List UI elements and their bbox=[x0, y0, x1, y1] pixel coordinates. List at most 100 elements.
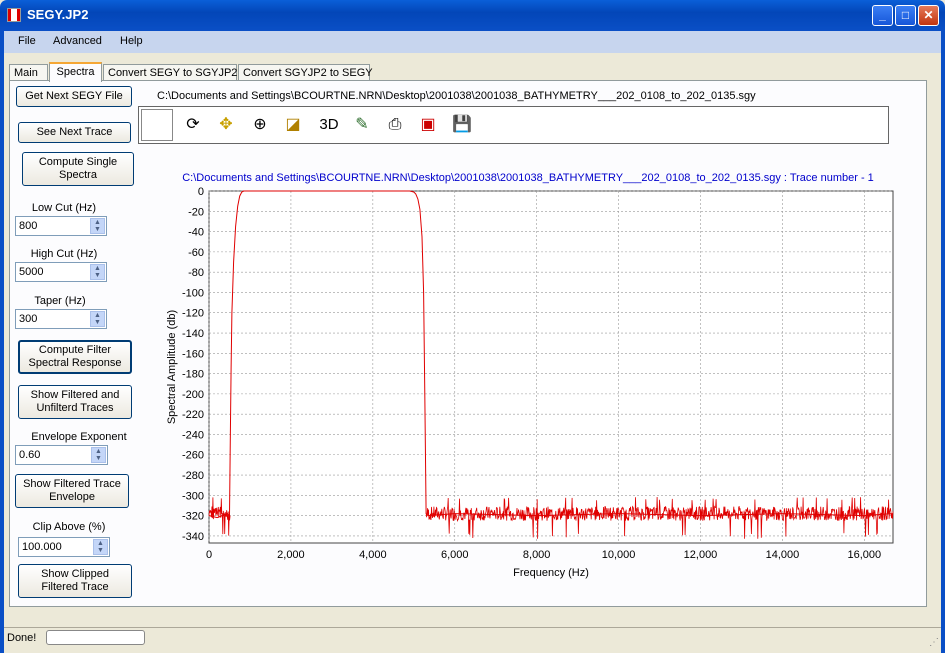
x-tick-label: 2,000 bbox=[277, 549, 305, 561]
chart-toolbar: ⟳ ✥ ⊕ ◪ 3D ✎ ⎙ ▣ 💾 bbox=[138, 106, 889, 144]
maximize-button[interactable]: □ bbox=[895, 5, 916, 26]
axis-scale-icon[interactable]: ◪ bbox=[282, 114, 304, 136]
y-tick-label: -140 bbox=[182, 328, 204, 340]
refresh-icon[interactable]: ⟳ bbox=[182, 114, 204, 136]
show-filtered-envelope-button[interactable]: Show Filtered Trace Envelope bbox=[15, 474, 129, 508]
clip-above-label: Clip Above (%) bbox=[32, 521, 106, 533]
window-frame-right bbox=[941, 31, 945, 653]
save-icon[interactable]: 💾 bbox=[451, 114, 473, 136]
see-next-trace-label: See Next Trace bbox=[36, 126, 113, 138]
zoom-in-icon[interactable]: ⊕ bbox=[249, 114, 271, 136]
clip-above-value: 100.000 bbox=[22, 541, 62, 553]
high-cut-spinner-arrows[interactable]: ▲ ▼ bbox=[90, 264, 105, 280]
window-title: SEGY.JP2 bbox=[27, 7, 89, 22]
x-tick-label: 10,000 bbox=[602, 549, 636, 561]
y-tick-label: -100 bbox=[182, 287, 204, 299]
get-next-segy-file-button[interactable]: Get Next SEGY File bbox=[16, 86, 132, 107]
compute-filter-response-button[interactable]: Compute Filter Spectral Response bbox=[18, 340, 132, 374]
show-filtered-label-1: Show Filtered and bbox=[30, 389, 120, 401]
y-tick-label: -240 bbox=[182, 429, 204, 441]
taper-value: 300 bbox=[19, 313, 38, 325]
y-tick-label: -200 bbox=[182, 389, 204, 401]
tab-spectra[interactable]: Spectra bbox=[49, 62, 102, 82]
menu-file[interactable]: File bbox=[18, 35, 36, 47]
compute-single-spectra-button[interactable]: Compute Single Spectra bbox=[22, 152, 134, 186]
high-cut-label: High Cut (Hz) bbox=[30, 248, 98, 260]
menu-help[interactable]: Help bbox=[120, 35, 143, 47]
envelope-exponent-input[interactable]: 0.60 ▲ ▼ bbox=[15, 445, 108, 465]
y-tick-label: -20 bbox=[188, 206, 204, 218]
compute-single-label-2: Spectra bbox=[59, 169, 97, 181]
y-tick-label: -280 bbox=[182, 470, 204, 482]
show-envelope-label-1: Show Filtered Trace bbox=[23, 478, 121, 490]
taper-input[interactable]: 300 ▲ ▼ bbox=[15, 309, 107, 329]
status-text: Done! bbox=[7, 632, 37, 644]
x-axis-label: Frequency (Hz) bbox=[513, 567, 589, 579]
taper-label: Taper (Hz) bbox=[34, 295, 86, 307]
clip-above-input[interactable]: 100.000 ▲ ▼ bbox=[18, 537, 110, 557]
y-tick-label: -340 bbox=[182, 531, 204, 543]
x-tick-label: 14,000 bbox=[766, 549, 800, 561]
x-tick-label: 4,000 bbox=[359, 549, 387, 561]
x-axis-ticks: 0 2,000 4,000 6,000 8,000 10,000 12,000 14,000 1… bbox=[206, 549, 881, 561]
show-clipped-trace-button[interactable]: Show Clipped Filtered Trace bbox=[18, 564, 132, 598]
y-tick-label: -60 bbox=[188, 247, 204, 259]
file-path-label: C:\Documents and Settings\BCOURTNE.NRN\D… bbox=[157, 90, 756, 102]
get-next-segy-file-label: Get Next SEGY File bbox=[25, 90, 123, 102]
high-cut-value: 5000 bbox=[19, 266, 44, 278]
close-button[interactable]: ✕ bbox=[918, 5, 939, 26]
print-icon[interactable]: ⎙ bbox=[384, 114, 406, 136]
compute-single-label-1: Compute Single bbox=[38, 156, 118, 168]
menu-bar: File Advanced Help bbox=[4, 31, 941, 53]
x-tick-label: 8,000 bbox=[523, 549, 551, 561]
y-tick-label: -80 bbox=[188, 267, 204, 279]
show-clipped-label-1: Show Clipped bbox=[41, 568, 109, 580]
show-envelope-label-2: Envelope bbox=[49, 491, 95, 503]
minimize-button[interactable]: _ bbox=[872, 5, 893, 26]
y-axis-label: Spectral Amplitude (db) bbox=[166, 310, 178, 424]
three-d-button[interactable]: 3D bbox=[314, 114, 344, 136]
y-tick-label: -160 bbox=[182, 348, 204, 360]
y-tick-label: -40 bbox=[188, 227, 204, 239]
plot-area bbox=[208, 190, 894, 544]
show-filtered-label-2: Unfilterd Traces bbox=[36, 402, 114, 414]
blank-tool-button[interactable] bbox=[141, 109, 173, 141]
x-tick-label: 12,000 bbox=[684, 549, 718, 561]
low-cut-value: 800 bbox=[19, 220, 38, 232]
window-frame-left bbox=[0, 31, 4, 653]
y-tick-label: -120 bbox=[182, 308, 204, 320]
resize-grip-icon[interactable]: ⋰ bbox=[929, 637, 939, 648]
title-bar: SEGY.JP2 _ □ ✕ bbox=[0, 0, 945, 31]
x-tick-label: 6,000 bbox=[441, 549, 469, 561]
y-tick-label: -260 bbox=[182, 450, 204, 462]
low-cut-label: Low Cut (Hz) bbox=[31, 202, 97, 214]
y-axis-ticks: 0 -20 -40 -60 -80 -100 -120 -140 -160 -180 -200 -22… bbox=[182, 186, 204, 543]
show-filtered-unfiltered-button[interactable]: Show Filtered and Unfilterd Traces bbox=[18, 385, 132, 419]
compute-filter-label-1: Compute Filter bbox=[38, 344, 112, 356]
edit-chart-icon[interactable]: ✎ bbox=[351, 114, 373, 136]
progress-bar bbox=[46, 630, 145, 645]
canada-flag-icon bbox=[7, 8, 21, 22]
export-image-icon[interactable]: ▣ bbox=[417, 114, 439, 136]
high-cut-input[interactable]: 5000 ▲ ▼ bbox=[15, 262, 107, 282]
envelope-spinner-arrows[interactable]: ▲ ▼ bbox=[91, 447, 106, 463]
envelope-exponent-label: Envelope Exponent bbox=[31, 431, 127, 443]
show-clipped-label-2: Filtered Trace bbox=[41, 581, 109, 593]
y-tick-label: -180 bbox=[182, 369, 204, 381]
clip-above-spinner-arrows[interactable]: ▲ ▼ bbox=[93, 539, 108, 555]
x-tick-label: 16,000 bbox=[848, 549, 882, 561]
low-cut-input[interactable]: 800 ▲ ▼ bbox=[15, 216, 107, 236]
pan-arrows-icon[interactable]: ✥ bbox=[215, 114, 237, 136]
y-tick-label: -220 bbox=[182, 409, 204, 421]
y-tick-label: -300 bbox=[182, 490, 204, 502]
compute-filter-label-2: Spectral Response bbox=[28, 357, 122, 369]
y-tick-label: -320 bbox=[182, 511, 204, 523]
taper-spinner-arrows[interactable]: ▲ ▼ bbox=[90, 311, 105, 327]
low-cut-spinner-arrows[interactable]: ▲ ▼ bbox=[90, 218, 105, 234]
see-next-trace-button[interactable]: See Next Trace bbox=[18, 122, 131, 143]
spectra-chart: C:\Documents and Settings\BCOURTNE.NRN\D… bbox=[166, 172, 894, 579]
envelope-exponent-value: 0.60 bbox=[19, 449, 41, 461]
status-bar: Done! ⋰ bbox=[4, 627, 941, 649]
x-tick-label: 0 bbox=[206, 549, 212, 561]
menu-advanced[interactable]: Advanced bbox=[53, 35, 102, 47]
